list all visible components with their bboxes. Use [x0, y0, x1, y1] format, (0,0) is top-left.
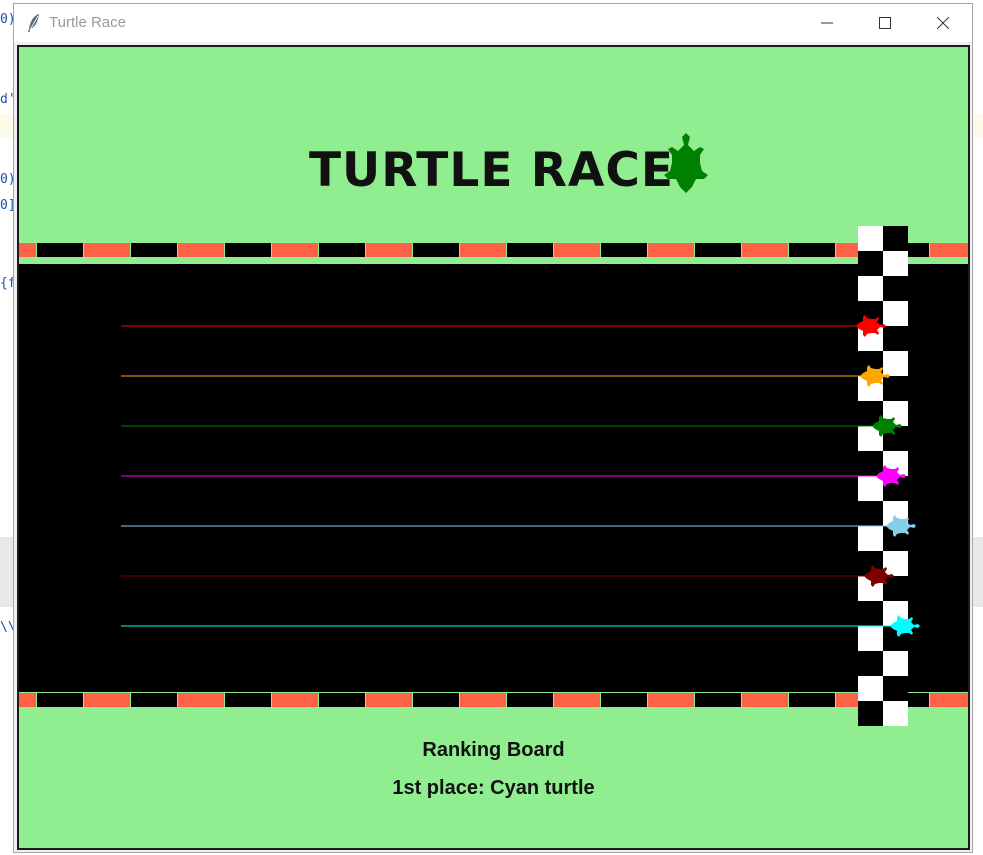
- finish-line-square: [858, 526, 883, 551]
- top-border-dash: [460, 243, 506, 257]
- finish-line-square: [883, 376, 908, 401]
- top-border-dash: [601, 243, 647, 257]
- top-border-dash: [648, 243, 694, 257]
- top-border-dash: [413, 243, 459, 257]
- minimize-icon: [821, 22, 833, 24]
- finish-line-square: [858, 626, 883, 651]
- bottom-border-dash: [789, 693, 835, 707]
- title-bar[interactable]: Turtle Race: [14, 4, 972, 42]
- finish-line-square: [883, 326, 908, 351]
- code-fragment: d': [0, 92, 14, 107]
- top-border-dash: [272, 243, 318, 257]
- finish-line-square: [883, 276, 908, 301]
- bottom-border-dash: [554, 693, 600, 707]
- finish-line-square: [883, 251, 908, 276]
- maximize-icon: [879, 17, 891, 29]
- turtle-icon: [664, 133, 708, 193]
- finish-line-square: [883, 701, 908, 726]
- bottom-border-dash: [178, 693, 224, 707]
- top-border-dash: [131, 243, 177, 257]
- top-border-dash: [19, 243, 36, 257]
- bottom-border-dash: [648, 693, 694, 707]
- bottom-border-dash: [413, 693, 459, 707]
- finish-line-square: [883, 301, 908, 326]
- finish-line-square: [858, 476, 883, 501]
- top-border-dash: [742, 243, 788, 257]
- finish-line-square: [858, 226, 883, 251]
- bottom-border-dash: [131, 693, 177, 707]
- code-fragment: 0]: [0, 198, 14, 213]
- finish-line-square: [883, 226, 908, 251]
- finish-line-square: [858, 251, 883, 276]
- finish-line-square: [858, 501, 883, 526]
- code-fragment: 0): [0, 172, 14, 187]
- turtle-window: Turtle Race TURTLE RACE Ranking Board 1s…: [13, 3, 973, 853]
- finish-line-square: [883, 551, 908, 576]
- race-title: TURTLE RACE: [309, 143, 674, 198]
- top-border-dash: [789, 243, 835, 257]
- top-border-dash: [225, 243, 271, 257]
- bottom-border-dash: [601, 693, 647, 707]
- first-place-text: 1st place: Cyan turtle: [392, 777, 595, 799]
- bottom-border-dash: [742, 693, 788, 707]
- bottom-border-dash: [272, 693, 318, 707]
- top-border-dash: [930, 243, 968, 257]
- feather-icon: [28, 14, 39, 32]
- minimize-button[interactable]: [798, 4, 856, 42]
- bottom-border-dash: [37, 693, 83, 707]
- bottom-border-dash: [460, 693, 506, 707]
- top-border-dash: [554, 243, 600, 257]
- window-title: Turtle Race: [49, 14, 126, 31]
- finish-line-square: [858, 651, 883, 676]
- close-icon: [937, 17, 949, 29]
- finish-line-square: [858, 701, 883, 726]
- race-canvas: TURTLE RACE Ranking Board 1st place: Cya…: [17, 45, 970, 850]
- top-border-dash: [84, 243, 130, 257]
- finish-line-square: [858, 676, 883, 701]
- top-border-dash: [178, 243, 224, 257]
- bottom-border-dash: [695, 693, 741, 707]
- top-border-dash: [507, 243, 553, 257]
- finish-line-square: [883, 351, 908, 376]
- top-border-dash: [319, 243, 365, 257]
- bottom-border-dash: [930, 693, 968, 707]
- finish-line-square: [883, 576, 908, 601]
- bottom-border-dash: [507, 693, 553, 707]
- finish-line-square: [883, 651, 908, 676]
- bottom-border-dash: [84, 693, 130, 707]
- race-track-surface: [19, 264, 968, 692]
- finish-line-square: [858, 451, 883, 476]
- bottom-border-dash: [19, 693, 36, 707]
- code-fragment: \\: [0, 620, 14, 635]
- code-fragment: 0): [0, 12, 14, 27]
- bottom-border-dash: [366, 693, 412, 707]
- top-border-dash: [37, 243, 83, 257]
- close-button[interactable]: [914, 4, 972, 42]
- turtle-icon-shape: [664, 133, 708, 193]
- bottom-border-dash: [225, 693, 271, 707]
- top-border-dash: [366, 243, 412, 257]
- top-border-dash: [695, 243, 741, 257]
- ranking-title: Ranking Board: [422, 739, 565, 761]
- finish-line-square: [858, 601, 883, 626]
- bottom-border-dash: [319, 693, 365, 707]
- finish-line-square: [858, 276, 883, 301]
- code-fragment: {f: [0, 276, 14, 291]
- finish-line-square: [883, 676, 908, 701]
- maximize-button[interactable]: [856, 4, 914, 42]
